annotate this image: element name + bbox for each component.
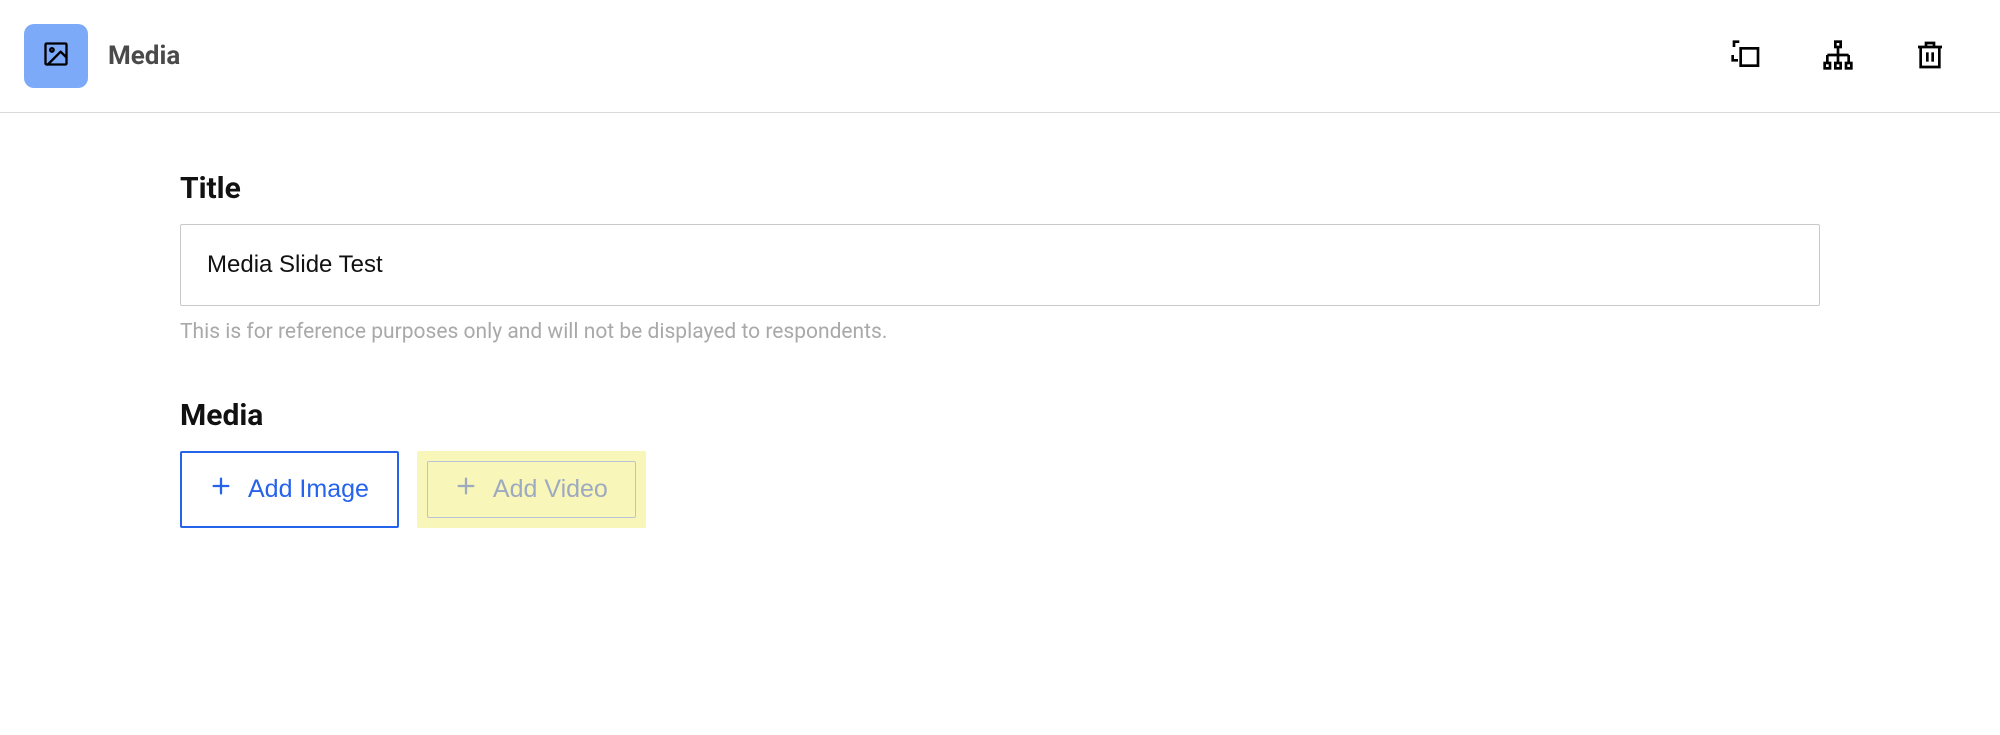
- header-title: Media: [108, 41, 180, 71]
- add-image-button[interactable]: Add Image: [180, 451, 399, 528]
- structure-button[interactable]: [1822, 39, 1854, 74]
- expand-button[interactable]: [1730, 39, 1762, 74]
- expand-icon: [1730, 39, 1762, 74]
- header-actions: [1730, 39, 1976, 74]
- media-label: Media: [180, 398, 1820, 433]
- add-video-label: Add Video: [493, 475, 608, 504]
- image-icon: [42, 40, 70, 72]
- sitemap-icon: [1822, 39, 1854, 74]
- title-section: Title This is for reference purposes onl…: [180, 171, 1820, 344]
- media-section: Media Add Image: [180, 398, 1820, 528]
- header-left: Media: [24, 24, 180, 88]
- title-input[interactable]: [180, 224, 1820, 306]
- add-video-button[interactable]: Add Video: [427, 461, 636, 518]
- title-helper-text: This is for reference purposes only and …: [180, 320, 1820, 344]
- add-video-highlight: Add Video: [417, 451, 646, 528]
- media-type-icon-box: [24, 24, 88, 88]
- editor-content: Title This is for reference purposes onl…: [180, 113, 1820, 528]
- title-label: Title: [180, 171, 1820, 206]
- add-image-label: Add Image: [248, 475, 369, 504]
- media-buttons-row: Add Image Add Video: [180, 451, 1820, 528]
- editor-header: Media: [0, 0, 2000, 113]
- plus-icon: [455, 475, 477, 504]
- delete-button[interactable]: [1914, 39, 1946, 74]
- plus-icon: [210, 475, 232, 504]
- trash-icon: [1914, 39, 1946, 74]
